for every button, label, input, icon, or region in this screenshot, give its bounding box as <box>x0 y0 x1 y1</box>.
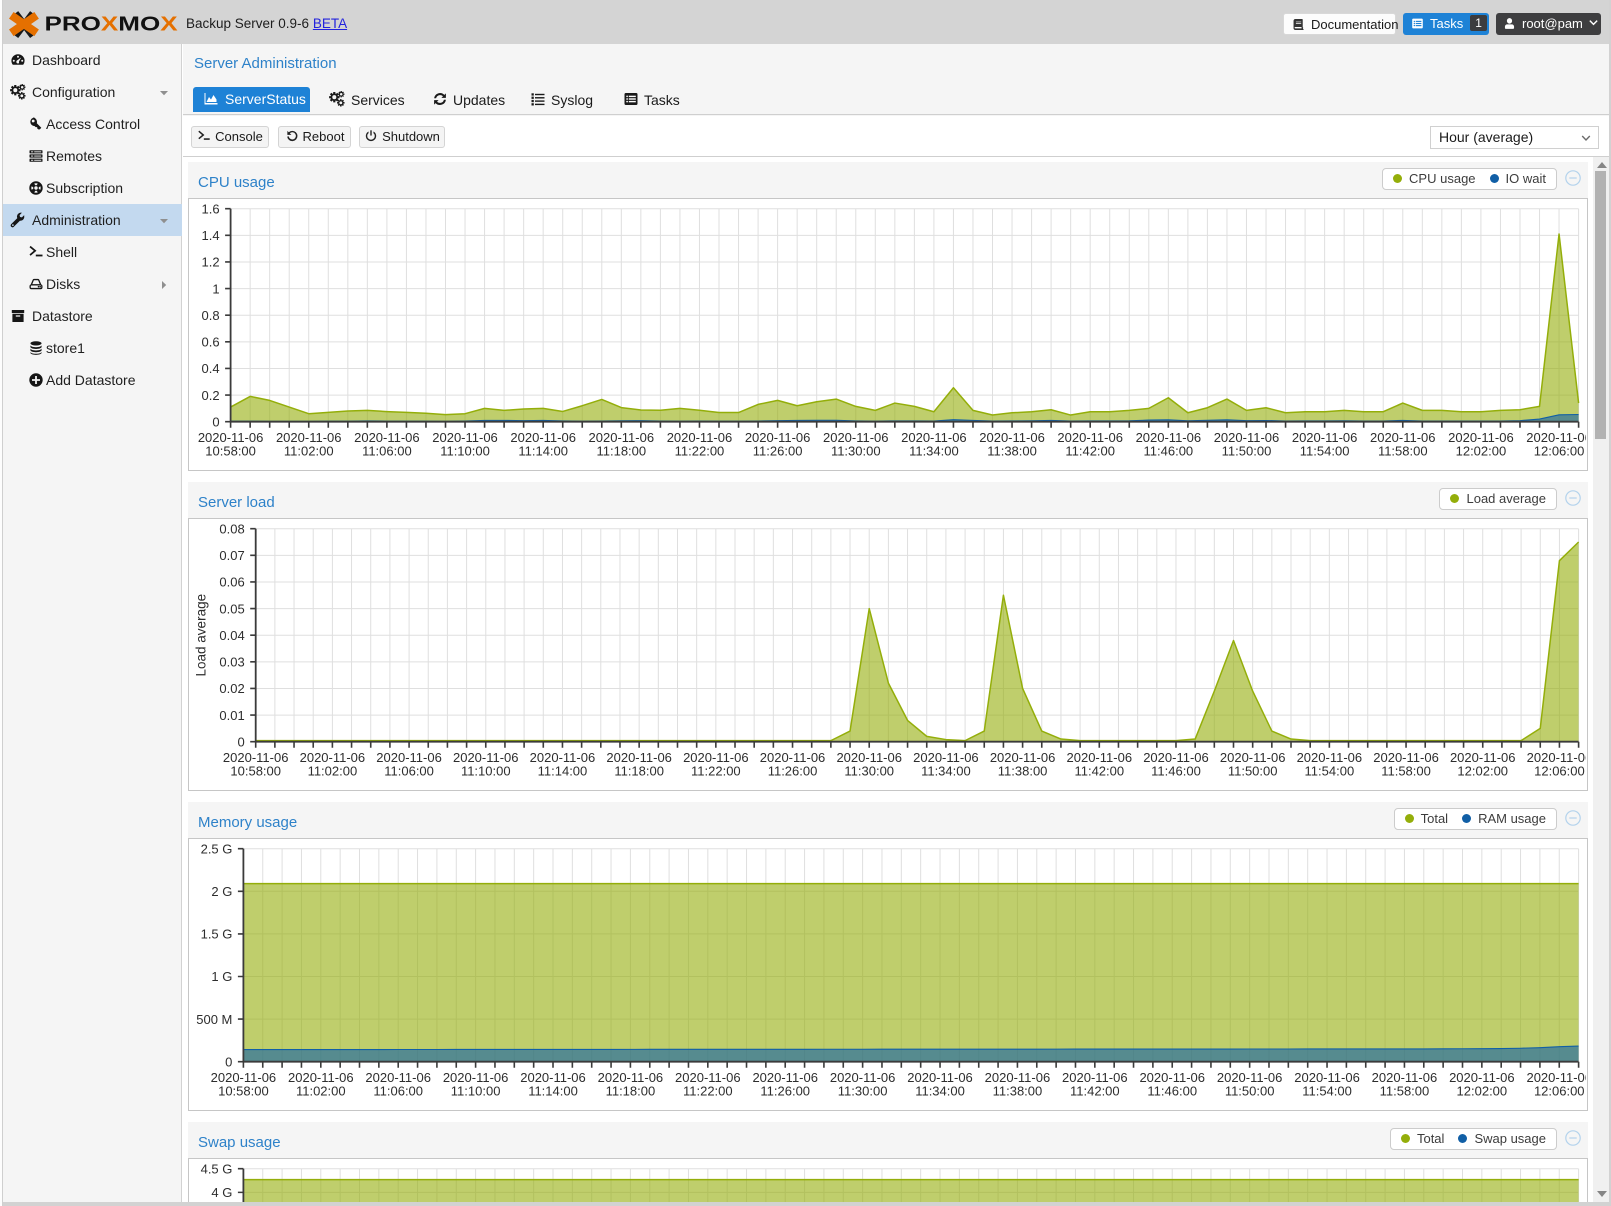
svg-text:500 M: 500 M <box>196 1012 232 1027</box>
svg-text:11:26:00: 11:26:00 <box>768 764 818 779</box>
svg-text:11:14:00: 11:14:00 <box>528 1084 578 1099</box>
svg-text:11:18:00: 11:18:00 <box>614 764 664 779</box>
svg-text:11:10:00: 11:10:00 <box>440 444 490 459</box>
svg-text:11:10:00: 11:10:00 <box>451 1084 501 1099</box>
svg-text:11:26:00: 11:26:00 <box>753 444 803 459</box>
svg-text:11:06:00: 11:06:00 <box>362 444 412 459</box>
svg-text:10:58:00: 10:58:00 <box>205 444 256 459</box>
svg-text:11:14:00: 11:14:00 <box>518 444 568 459</box>
svg-text:11:14:00: 11:14:00 <box>538 764 588 779</box>
svg-text:11:22:00: 11:22:00 <box>675 444 725 459</box>
svg-text:0.02: 0.02 <box>219 681 244 696</box>
svg-text:11:54:00: 11:54:00 <box>1305 764 1355 779</box>
svg-text:0: 0 <box>225 1054 232 1069</box>
svg-text:4.5 G: 4.5 G <box>201 1161 233 1176</box>
svg-text:11:26:00: 11:26:00 <box>760 1084 810 1099</box>
svg-text:2 G: 2 G <box>211 884 232 899</box>
svg-text:11:50:00: 11:50:00 <box>1225 1084 1275 1099</box>
svg-text:11:22:00: 11:22:00 <box>683 1084 733 1099</box>
svg-text:0.08: 0.08 <box>219 521 244 536</box>
svg-text:11:58:00: 11:58:00 <box>1380 1084 1430 1099</box>
svg-text:12:06:00: 12:06:00 <box>1534 444 1585 459</box>
svg-text:1.5 G: 1.5 G <box>201 927 233 942</box>
svg-text:0.04: 0.04 <box>219 628 244 643</box>
svg-text:0.6: 0.6 <box>202 335 220 350</box>
svg-text:11:38:00: 11:38:00 <box>987 444 1037 459</box>
svg-text:0.2: 0.2 <box>202 388 220 403</box>
svg-text:11:02:00: 11:02:00 <box>308 764 358 779</box>
svg-text:0.05: 0.05 <box>219 601 244 616</box>
svg-text:1.6: 1.6 <box>202 201 220 216</box>
svg-text:11:22:00: 11:22:00 <box>691 764 741 779</box>
svg-text:11:50:00: 11:50:00 <box>1228 764 1278 779</box>
svg-text:11:42:00: 11:42:00 <box>1070 1084 1120 1099</box>
svg-text:11:30:00: 11:30:00 <box>844 764 894 779</box>
svg-text:11:46:00: 11:46:00 <box>1151 764 1201 779</box>
svg-text:11:06:00: 11:06:00 <box>384 764 434 779</box>
svg-text:11:30:00: 11:30:00 <box>831 444 881 459</box>
svg-text:0.07: 0.07 <box>219 548 244 563</box>
svg-text:11:34:00: 11:34:00 <box>915 1084 965 1099</box>
svg-text:PROXMOX: PROXMOX <box>45 12 178 35</box>
svg-text:11:54:00: 11:54:00 <box>1300 444 1350 459</box>
svg-text:12:02:00: 12:02:00 <box>1457 764 1508 779</box>
svg-text:11:10:00: 11:10:00 <box>461 764 511 779</box>
svg-text:11:58:00: 11:58:00 <box>1381 764 1431 779</box>
svg-text:10:58:00: 10:58:00 <box>218 1084 269 1099</box>
svg-text:11:34:00: 11:34:00 <box>909 444 959 459</box>
svg-text:0: 0 <box>212 414 219 429</box>
svg-text:11:58:00: 11:58:00 <box>1378 444 1428 459</box>
svg-text:0.03: 0.03 <box>219 655 244 670</box>
svg-text:1.2: 1.2 <box>202 255 220 270</box>
svg-text:11:42:00: 11:42:00 <box>1065 444 1115 459</box>
svg-text:11:38:00: 11:38:00 <box>993 1084 1043 1099</box>
svg-text:11:18:00: 11:18:00 <box>596 444 646 459</box>
svg-text:11:46:00: 11:46:00 <box>1144 444 1194 459</box>
svg-text:11:18:00: 11:18:00 <box>606 1084 656 1099</box>
svg-text:2.5 G: 2.5 G <box>201 841 233 856</box>
svg-text:11:34:00: 11:34:00 <box>921 764 971 779</box>
svg-text:11:38:00: 11:38:00 <box>998 764 1048 779</box>
svg-text:11:30:00: 11:30:00 <box>838 1084 888 1099</box>
svg-text:12:06:00: 12:06:00 <box>1534 1084 1585 1099</box>
svg-text:11:54:00: 11:54:00 <box>1302 1084 1352 1099</box>
svg-text:4 G: 4 G <box>211 1185 232 1200</box>
svg-text:11:42:00: 11:42:00 <box>1074 764 1124 779</box>
svg-text:1 G: 1 G <box>211 969 232 984</box>
svg-text:0.01: 0.01 <box>219 708 244 723</box>
svg-text:0.4: 0.4 <box>202 361 220 376</box>
svg-text:0.8: 0.8 <box>202 308 220 323</box>
svg-text:10:58:00: 10:58:00 <box>230 764 281 779</box>
svg-text:12:06:00: 12:06:00 <box>1534 764 1585 779</box>
svg-text:1.4: 1.4 <box>202 228 220 243</box>
svg-text:0: 0 <box>237 734 244 749</box>
svg-text:11:02:00: 11:02:00 <box>284 444 334 459</box>
svg-text:11:50:00: 11:50:00 <box>1222 444 1272 459</box>
svg-text:Load average: Load average <box>194 594 209 677</box>
svg-text:11:02:00: 11:02:00 <box>296 1084 346 1099</box>
svg-text:11:06:00: 11:06:00 <box>373 1084 423 1099</box>
svg-text:11:46:00: 11:46:00 <box>1147 1084 1197 1099</box>
svg-text:0.06: 0.06 <box>219 575 244 590</box>
svg-text:12:02:00: 12:02:00 <box>1457 1084 1508 1099</box>
svg-text:12:02:00: 12:02:00 <box>1456 444 1507 459</box>
svg-text:1: 1 <box>212 281 219 296</box>
